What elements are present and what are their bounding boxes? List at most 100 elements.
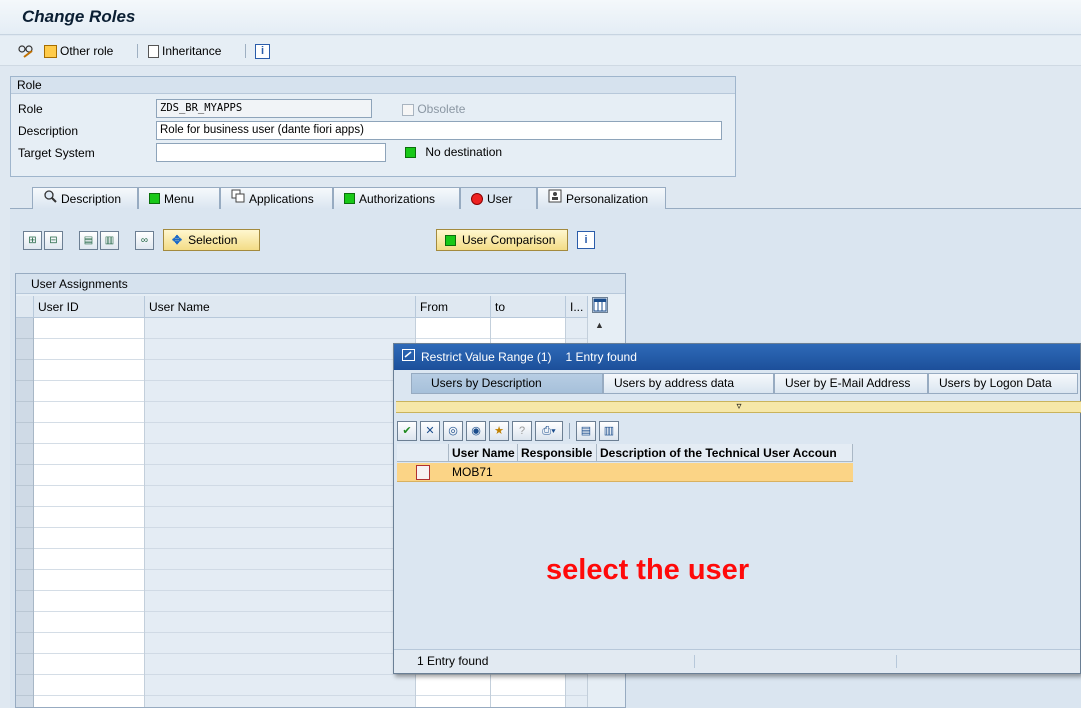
tab-authorizations-label: Authorizations	[359, 191, 436, 206]
table-header: User ID User Name From to I...	[16, 296, 588, 318]
results-selector-header[interactable]	[397, 444, 449, 462]
role-field[interactable]: ZDS_BR_MYAPPS	[156, 99, 372, 118]
description-label: Description	[18, 124, 79, 138]
deselect-all-entries-button[interactable]: ▥	[599, 420, 619, 441]
dialog-toolbar: ✔ ✕ ◎ ◉ ★ ? ⎙▾ ▤ ▥	[397, 420, 619, 441]
column-header-to[interactable]: to	[491, 296, 566, 318]
deselect-all-button[interactable]: ▥	[100, 231, 119, 250]
dialog-entries-found: 1 Entry found	[565, 350, 637, 364]
user-id-column[interactable]	[34, 318, 145, 707]
destination-status: No destination	[405, 145, 502, 159]
column-header-technical-description[interactable]: Description of the Technical User Accoun	[597, 444, 853, 462]
binoculars-next-icon: ◉	[471, 424, 481, 437]
column-header-indicator[interactable]: I...	[566, 296, 588, 318]
selection-button[interactable]: ✥ Selection	[163, 229, 260, 251]
glasses-pencil-icon	[18, 44, 33, 58]
toolbar-separator	[137, 44, 138, 58]
info-button[interactable]: i	[577, 231, 595, 249]
selection-label: Selection	[188, 233, 238, 247]
table-settings-icon	[593, 298, 607, 315]
column-header-user-name[interactable]: User Name	[145, 296, 416, 318]
dialog-tabs: Users by Description Users by address da…	[394, 373, 1081, 394]
column-header-from[interactable]: From	[416, 296, 491, 318]
delete-row-icon: ⊟	[49, 235, 58, 246]
tab-personalization[interactable]: Personalization	[537, 187, 666, 209]
status-separator	[896, 655, 897, 668]
find-button[interactable]: ◎	[443, 420, 463, 441]
description-cell[interactable]	[597, 463, 853, 482]
column-settings-button[interactable]	[592, 297, 608, 313]
tab-description-label: Description	[61, 191, 122, 206]
tab-users-by-description[interactable]: Users by Description	[411, 373, 603, 394]
glasses-button[interactable]: ∞	[135, 231, 154, 250]
checkmark-icon: ✔	[402, 424, 412, 437]
selection-criteria-bar[interactable]: ▿	[396, 401, 1081, 413]
table-row[interactable]: MOB71	[397, 463, 853, 482]
user-assignments-title: User Assignments	[16, 274, 625, 294]
tab-users-by-address-data[interactable]: Users by address data	[603, 373, 774, 394]
obsolete-label: Obsolete	[417, 102, 466, 116]
info-button[interactable]: i	[255, 42, 270, 60]
cancel-button[interactable]: ✕	[420, 420, 440, 441]
column-header-user-name[interactable]: User Name	[449, 444, 518, 462]
display-change-button[interactable]	[18, 42, 33, 60]
confirm-button[interactable]: ✔	[397, 420, 417, 441]
column-header-user-id[interactable]: User ID	[34, 296, 145, 318]
column-header-responsible[interactable]: Responsible	[518, 444, 597, 462]
green-status-icon	[344, 193, 355, 204]
title-bar: Change Roles	[0, 0, 1081, 35]
select-all-icon: ▤	[83, 235, 94, 246]
responsible-cell[interactable]	[518, 463, 597, 482]
tab-users-by-logon-data[interactable]: Users by Logon Data	[928, 373, 1078, 394]
red-status-icon	[471, 192, 483, 205]
tab-user-by-email-address[interactable]: User by E-Mail Address	[774, 373, 928, 394]
deselect-all-icon: ▥	[603, 424, 615, 437]
toolbar-separator	[245, 44, 246, 58]
tab-description[interactable]: Description	[32, 187, 138, 209]
user-name-cell[interactable]: MOB71	[449, 463, 518, 482]
roles-icon	[44, 44, 57, 58]
tab-menu[interactable]: Menu	[138, 187, 220, 209]
deselect-all-icon: ▥	[104, 235, 115, 246]
dialog-title-bar[interactable]: Restrict Value Range (1) 1 Entry found	[394, 344, 1080, 370]
row-selector-column[interactable]	[16, 318, 34, 707]
dialog-status-text: 1 Entry found	[417, 654, 489, 668]
user-comparison-button[interactable]: User Comparison	[436, 229, 568, 251]
other-role-button[interactable]: Other role	[44, 42, 113, 60]
tab-personalization-label: Personalization	[566, 191, 649, 206]
select-all-entries-button[interactable]: ▤	[576, 420, 596, 441]
destination-status-text: No destination	[425, 145, 503, 159]
tab-user-label: User	[487, 191, 513, 206]
tab-applications-label: Applications	[249, 191, 314, 206]
star-icon: ★	[494, 424, 504, 437]
obsolete-checkbox-box[interactable]	[402, 103, 414, 116]
tab-user[interactable]: User	[460, 187, 537, 209]
select-all-button[interactable]: ▤	[79, 231, 98, 250]
page-title: Change Roles	[22, 7, 136, 26]
scroll-up-icon[interactable]: ▲	[595, 320, 604, 330]
obsolete-checkbox[interactable]: Obsolete	[402, 102, 465, 116]
insert-row-button[interactable]: ⊞	[23, 231, 42, 250]
close-icon: ✕	[425, 424, 435, 437]
description-field[interactable]: Role for business user (dante fiori apps…	[156, 121, 722, 140]
target-system-field[interactable]	[156, 143, 386, 162]
find-next-button[interactable]: ◉	[466, 420, 486, 441]
help-button[interactable]: ?	[512, 420, 532, 441]
tab-authorizations[interactable]: Authorizations	[333, 187, 460, 209]
delete-row-button[interactable]: ⊟	[44, 231, 63, 250]
inheritance-button[interactable]: Inheritance	[148, 42, 221, 60]
target-system-label: Target System	[18, 146, 95, 160]
add-favorite-button[interactable]: ★	[489, 420, 509, 441]
binoculars-icon: ◎	[448, 424, 458, 437]
select-all-rows-cell[interactable]	[16, 296, 34, 318]
role-group-box: Role Role ZDS_BR_MYAPPS Obsolete Descrip…	[10, 76, 736, 177]
results-table-header: User Name Responsible Description of the…	[397, 444, 853, 462]
select-all-icon: ▤	[580, 424, 592, 437]
print-button[interactable]: ⎙▾	[535, 420, 563, 441]
other-role-label: Other role	[60, 44, 114, 58]
tab-applications[interactable]: Applications	[220, 187, 333, 209]
row-selector-checkbox[interactable]	[416, 465, 430, 480]
info-icon: i	[577, 231, 595, 249]
role-label: Role	[18, 102, 43, 116]
personalization-icon	[548, 189, 562, 209]
